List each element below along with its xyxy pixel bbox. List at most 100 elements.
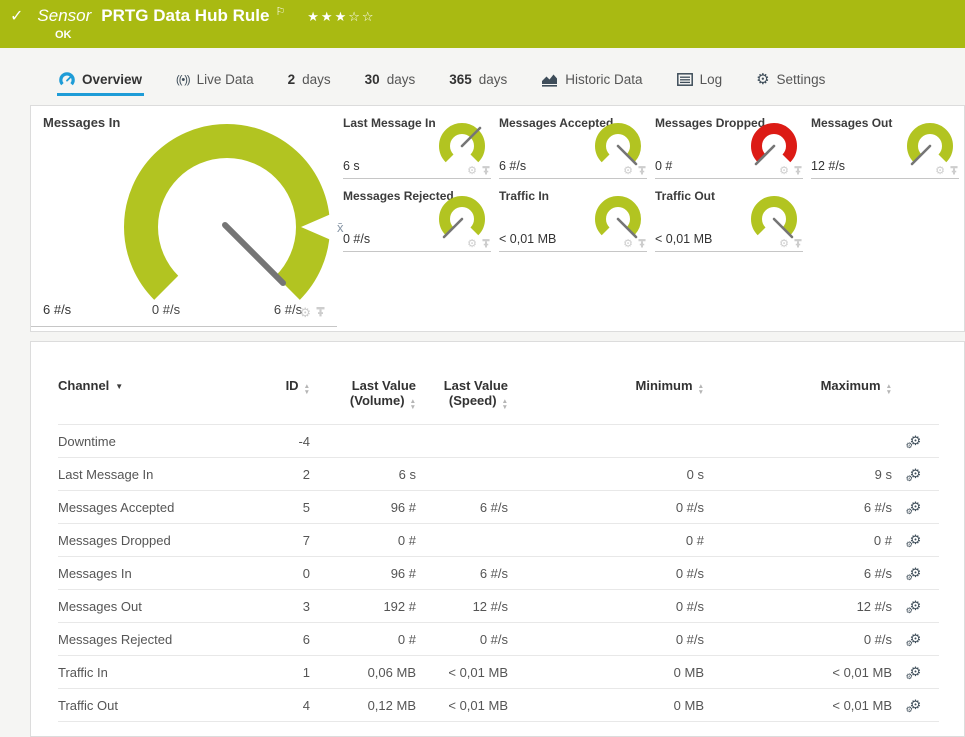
tab-label: Settings (777, 72, 826, 87)
gauge-card-last-message-in: Last Message In 6 s ⚙ (343, 113, 491, 179)
last-value-speed (416, 524, 508, 557)
minimum-value: 0 #/s (508, 491, 704, 524)
pin-icon[interactable] (482, 239, 490, 249)
sort-arrows-icon[interactable]: ▲▼ (304, 384, 310, 395)
channel-table: Channel▼ ID▲▼ Last Value(Volume)▲▼ Last … (58, 378, 939, 722)
gauge-label: Last Message In (343, 116, 436, 130)
channel-name[interactable]: Messages Out (58, 590, 248, 623)
last-value-volume: 96 # (310, 557, 416, 590)
column-header-last-value-speed[interactable]: Last Value(Speed)▲▼ (416, 378, 508, 425)
tab-overview[interactable]: Overview (57, 66, 144, 96)
maximum-value: < 0,01 MB (704, 689, 892, 722)
gauge-scale-min: 0 #/s (152, 302, 181, 317)
pin-icon[interactable] (638, 239, 646, 249)
table-row: Traffic Out 4 0,12 MB < 0,01 MB 0 MB < 0… (58, 689, 939, 722)
channel-name[interactable]: Traffic In (58, 656, 248, 689)
stars-filled[interactable]: ★★★ (307, 9, 348, 24)
gear-icon[interactable]: ⚙ (935, 166, 945, 176)
channel-name[interactable]: Messages Rejected (58, 623, 248, 656)
channel-id: 6 (248, 623, 310, 656)
table-row: Messages Out 3 192 # 12 #/s 0 #/s 12 #/s… (58, 590, 939, 623)
channel-settings-icon[interactable]: ⚙⚙ (910, 598, 922, 614)
tab-365-days[interactable]: 365 days (447, 66, 509, 96)
gear-icon[interactable]: ⚙ (779, 239, 789, 249)
last-value-volume: 0,12 MB (310, 689, 416, 722)
last-value-speed: 6 #/s (416, 491, 508, 524)
gear-icon: ⚙ (756, 74, 769, 86)
channel-settings-icon[interactable]: ⚙⚙ (910, 697, 922, 713)
gear-icon[interactable]: ⚙ (467, 166, 477, 176)
channel-settings-icon[interactable]: ⚙⚙ (910, 433, 922, 449)
gauge-icon (59, 72, 75, 87)
channel-settings-icon[interactable]: ⚙⚙ (910, 631, 922, 647)
sensor-title: PRTG Data Hub Rule (101, 6, 269, 26)
channel-settings-icon[interactable]: ⚙⚙ (910, 466, 922, 482)
channel-name[interactable]: Messages Accepted (58, 491, 248, 524)
tab-2-days[interactable]: 2 days (286, 66, 333, 96)
tab-label: days (302, 72, 331, 87)
minimum-value: 0 #/s (508, 557, 704, 590)
gear-icon[interactable]: ⚙ (623, 239, 633, 249)
channel-id: 0 (248, 557, 310, 590)
tab-historic-data[interactable]: Historic Data (539, 66, 644, 96)
status-check-icon: ✓ (10, 6, 23, 26)
gauge-value: 0 #/s (343, 232, 370, 246)
pin-icon[interactable] (316, 307, 325, 318)
tab-label: days (387, 72, 416, 87)
channel-settings-icon[interactable]: ⚙⚙ (910, 664, 922, 680)
tab-30-days[interactable]: 30 days (363, 66, 418, 96)
gauge-label: Messages Out (811, 116, 892, 130)
stars-empty[interactable]: ☆☆ (348, 9, 375, 24)
last-value-speed: < 0,01 MB (416, 656, 508, 689)
priority-stars[interactable]: ★★★☆☆ (307, 9, 375, 25)
channel-name[interactable]: Last Message In (58, 458, 248, 491)
minimum-value: 0 MB (508, 656, 704, 689)
mini-gauge-grid: Last Message In 6 s ⚙ Messages Accepted … (343, 113, 959, 252)
gear-icon[interactable]: ⚙ (299, 308, 311, 318)
gauges-panel: Messages In x̄ 0 #/s 6 #/s 6 #/s ⚙ Last … (30, 105, 965, 332)
channel-id: 5 (248, 491, 310, 524)
sort-caret-icon: ▼ (115, 382, 123, 391)
pin-icon[interactable] (638, 166, 646, 176)
pin-icon[interactable] (950, 166, 958, 176)
last-value-speed: < 0,01 MB (416, 689, 508, 722)
tab-log[interactable]: Log (675, 66, 725, 96)
channel-name[interactable]: Downtime (58, 425, 248, 458)
gear-icon[interactable]: ⚙ (779, 166, 789, 176)
channel-name[interactable]: Traffic Out (58, 689, 248, 722)
tab-bar: Overview ((•)) Live Data 2 days 30 days … (0, 48, 965, 96)
pin-icon[interactable] (482, 166, 490, 176)
gear-icon[interactable]: ⚙ (623, 166, 633, 176)
channel-settings-icon[interactable]: ⚙⚙ (910, 499, 922, 515)
column-header-id[interactable]: ID▲▼ (248, 378, 310, 425)
channel-name[interactable]: Messages Dropped (58, 524, 248, 557)
pin-icon[interactable] (794, 239, 802, 249)
last-value-volume (310, 425, 416, 458)
sort-arrows-icon[interactable]: ▲▼ (502, 399, 508, 410)
gauge-card-messages-out: Messages Out 12 #/s ⚙ (811, 113, 959, 179)
column-header-maximum[interactable]: Maximum▲▼ (704, 378, 892, 425)
area-chart-icon (541, 73, 558, 87)
column-header-minimum[interactable]: Minimum▲▼ (508, 378, 704, 425)
channel-settings-icon[interactable]: ⚙⚙ (910, 532, 922, 548)
sort-arrows-icon[interactable]: ▲▼ (410, 399, 416, 410)
column-header-channel[interactable]: Channel▼ (58, 378, 248, 425)
tab-live-data[interactable]: ((•)) Live Data (174, 66, 256, 96)
tab-label: Live Data (197, 72, 254, 87)
gauge-dial (747, 190, 801, 244)
tab-settings[interactable]: ⚙ Settings (754, 66, 827, 96)
channel-settings-icon[interactable]: ⚙⚙ (910, 565, 922, 581)
column-header-last-value-volume[interactable]: Last Value(Volume)▲▼ (310, 378, 416, 425)
tab-number: 30 (365, 72, 380, 87)
tab-label: Overview (82, 72, 142, 87)
gear-icon[interactable]: ⚙ (467, 239, 477, 249)
last-value-volume: 0 # (310, 524, 416, 557)
sort-arrows-icon[interactable]: ▲▼ (886, 384, 892, 395)
flag-icon[interactable]: ⚐ (275, 5, 285, 18)
pin-icon[interactable] (794, 166, 802, 176)
sort-arrows-icon[interactable]: ▲▼ (698, 384, 704, 395)
channel-id: 4 (248, 689, 310, 722)
channel-name[interactable]: Messages In (58, 557, 248, 590)
channel-id: -4 (248, 425, 310, 458)
gauge-card-traffic-in: Traffic In < 0,01 MB ⚙ (499, 186, 647, 252)
